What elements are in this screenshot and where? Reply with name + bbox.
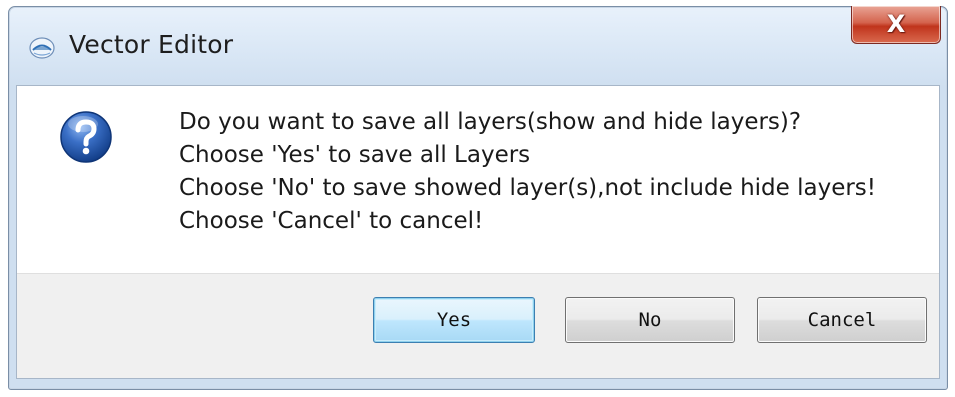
- message-area: Do you want to save all layers(show and …: [17, 86, 939, 276]
- message-line: Choose 'Yes' to save all Layers: [179, 142, 531, 168]
- no-button[interactable]: No: [565, 297, 735, 343]
- close-button[interactable]: X: [851, 6, 941, 44]
- message-dialog: Vector Editor X Do you want to save all …: [8, 6, 948, 390]
- close-icon: X: [886, 10, 906, 38]
- title-bar[interactable]: Vector Editor X: [9, 6, 947, 85]
- cancel-button[interactable]: Cancel: [757, 297, 927, 343]
- yes-button[interactable]: Yes: [373, 297, 535, 343]
- question-icon: [60, 111, 112, 163]
- dialog-message: Do you want to save all layers(show and …: [179, 106, 876, 238]
- window-title: Vector Editor: [69, 30, 234, 59]
- message-line: Do you want to save all layers(show and …: [179, 109, 802, 135]
- dialog-content: Do you want to save all layers(show and …: [16, 85, 940, 379]
- message-line: Choose 'No' to save showed layer(s),not …: [179, 175, 877, 201]
- message-line: Choose 'Cancel' to cancel!: [179, 208, 484, 234]
- app-logo-icon: [29, 37, 55, 59]
